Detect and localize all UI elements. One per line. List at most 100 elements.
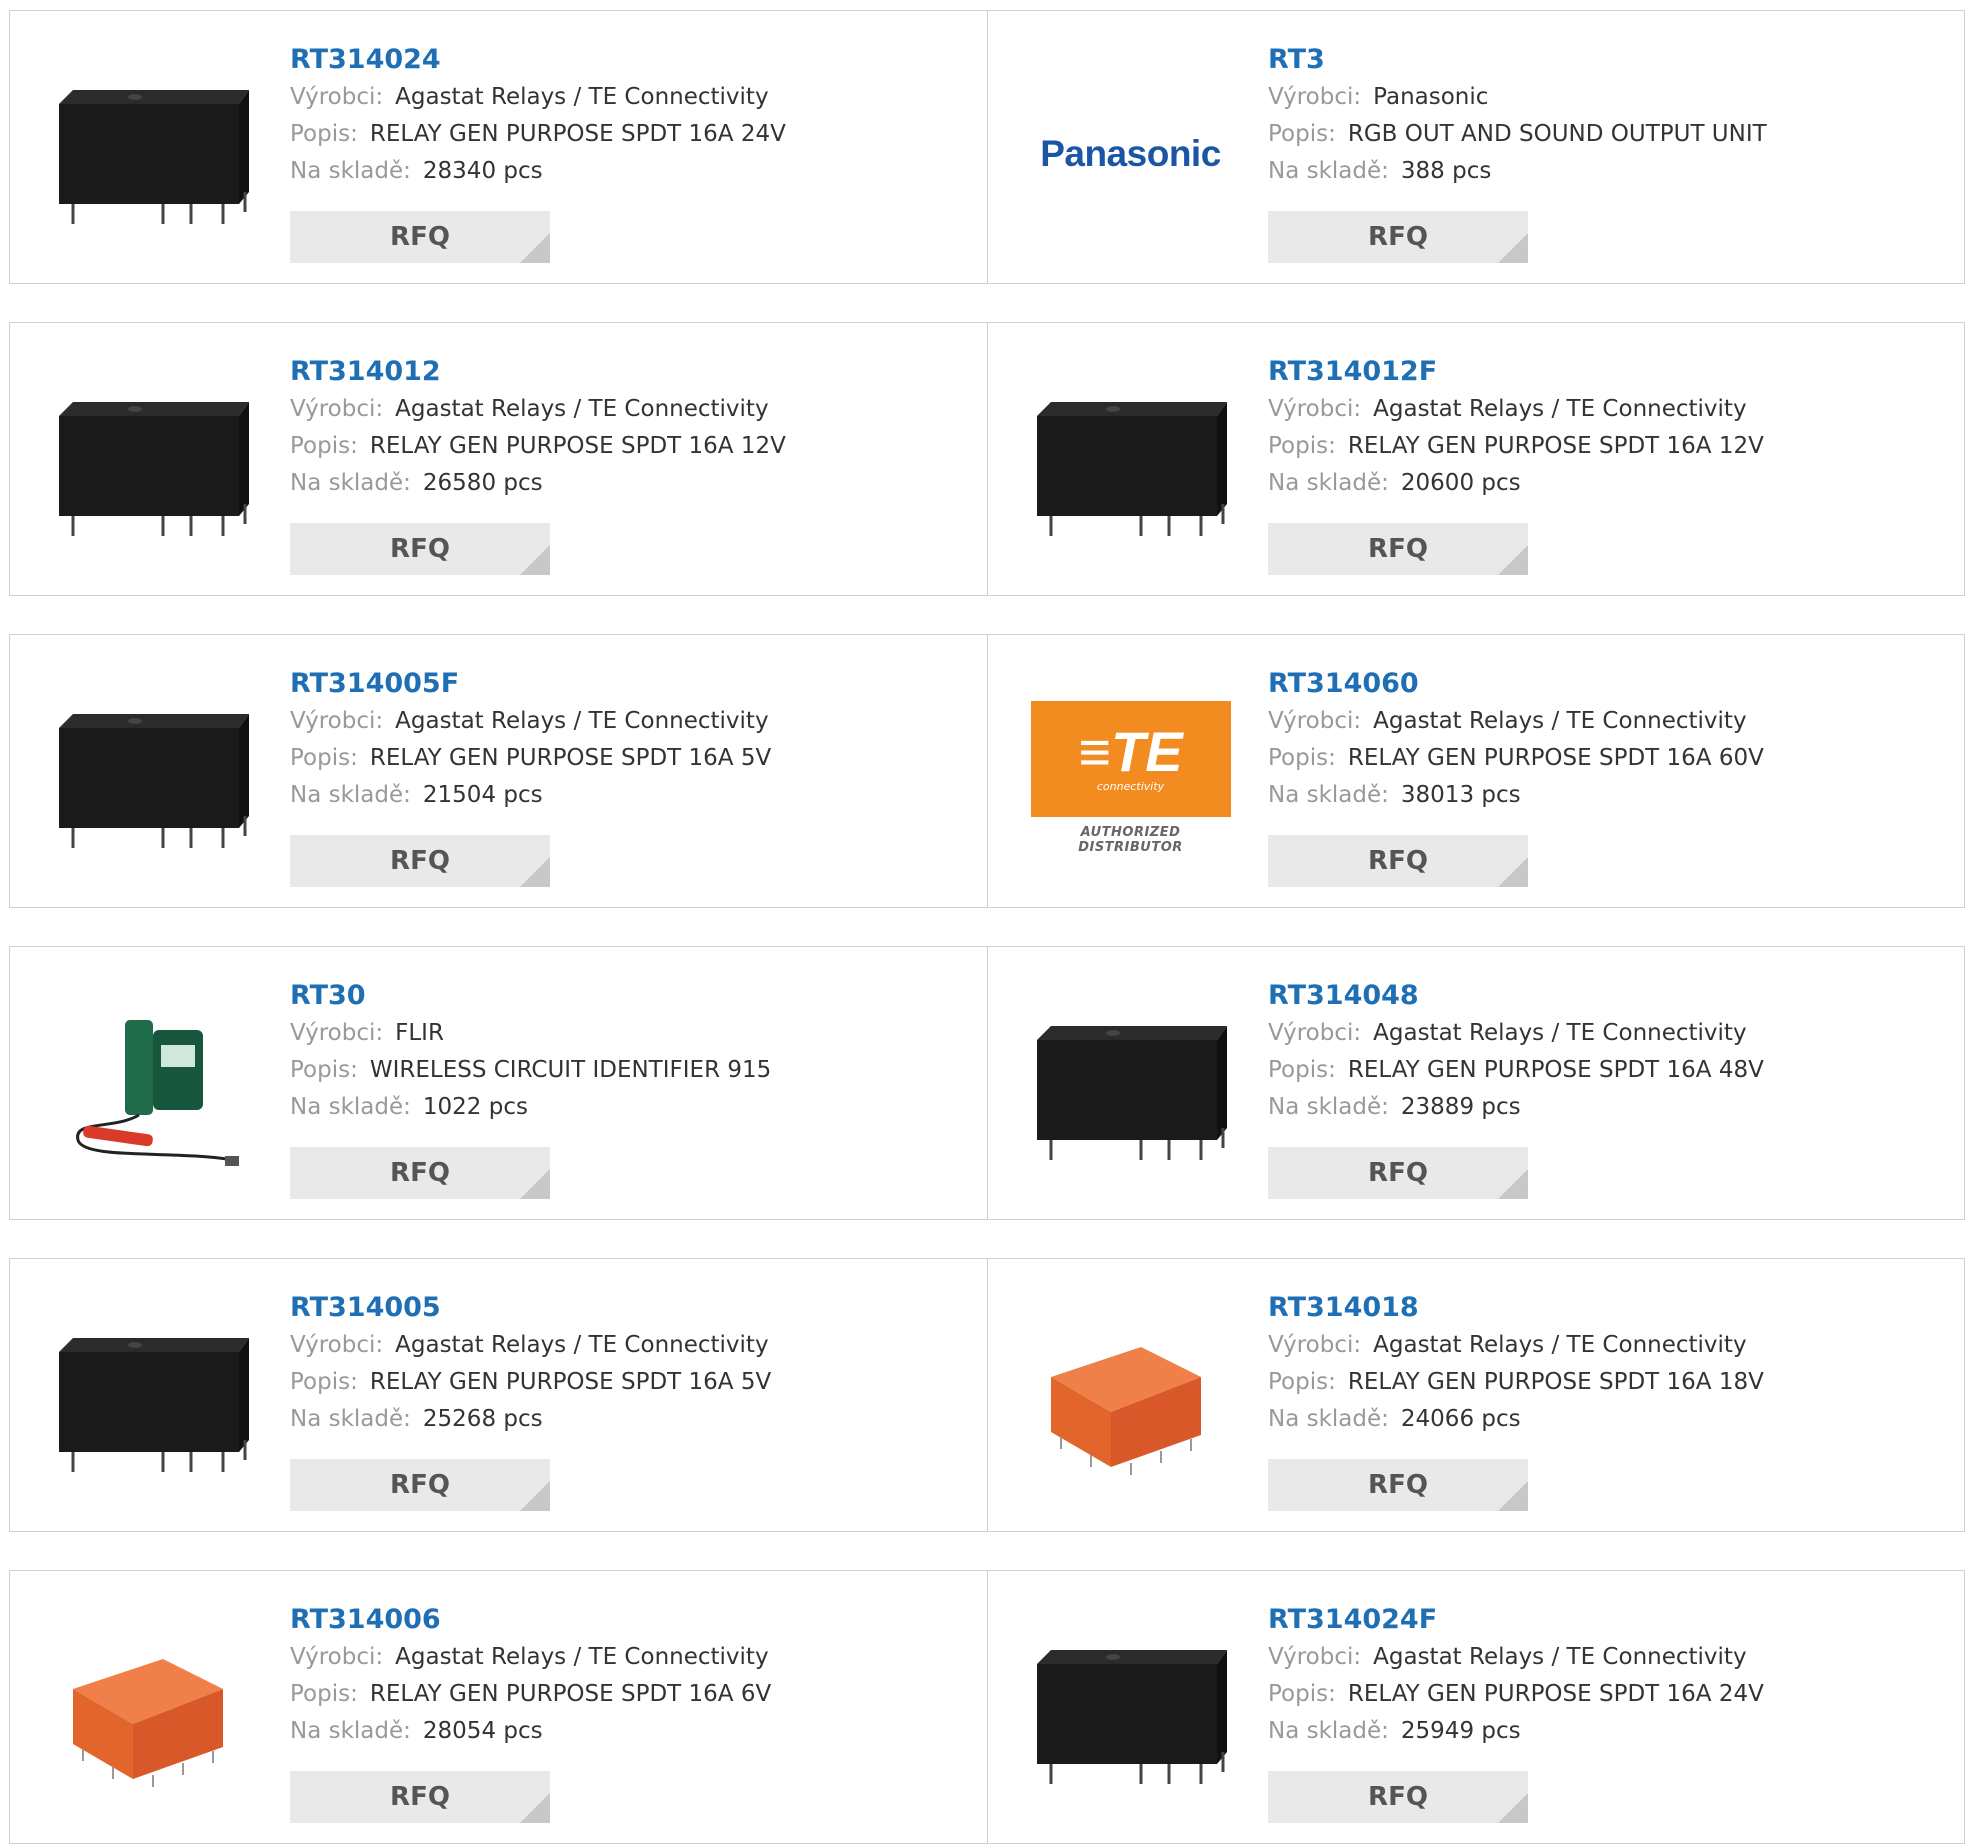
product-card: RT314018 Výrobci: Agastat Relays / TE Con… — [987, 1258, 1965, 1532]
description-value: RELAY GEN PURPOSE SPDT 16A 60V — [1347, 745, 1764, 771]
manufacturer-label: Výrobci: — [1268, 708, 1362, 734]
stock-label: Na skladě: — [1268, 158, 1389, 184]
part-number-link[interactable]: RT314060 — [1268, 665, 1944, 703]
description-row: Popis: RELAY GEN PURPOSE SPDT 16A 24V — [290, 116, 968, 153]
manufacturer-row: Výrobci: Agastat Relays / TE Connectivity — [290, 391, 968, 428]
product-thumbnail[interactable] — [1028, 363, 1233, 568]
rfq-button[interactable]: RFQ — [290, 1771, 550, 1823]
stock-row: Na skladě: 24066 pcs — [1268, 1401, 1944, 1438]
description-label: Popis: — [1268, 1681, 1336, 1707]
product-thumbnail[interactable] — [1028, 1611, 1233, 1816]
product-info: RT314018 Výrobci: Agastat Relays / TE Con… — [1268, 1289, 1944, 1438]
part-number-link[interactable]: RT30 — [290, 977, 968, 1015]
rfq-button[interactable]: RFQ — [290, 211, 550, 263]
product-card: RT314005F Výrobci: Agastat Relays / TE Co… — [9, 634, 989, 908]
description-label: Popis: — [1268, 1057, 1336, 1083]
rfq-button[interactable]: RFQ — [1268, 211, 1528, 263]
part-number-link[interactable]: RT314048 — [1268, 977, 1944, 1015]
relay-image — [58, 1337, 249, 1472]
description-label: Popis: — [1268, 1369, 1336, 1395]
rfq-button[interactable]: RFQ — [1268, 1771, 1528, 1823]
product-thumbnail[interactable] — [50, 51, 255, 256]
manufacturer-value: Agastat Relays / TE Connectivity — [1373, 1332, 1747, 1358]
manufacturer-label: Výrobci: — [290, 1332, 384, 1358]
stock-value: 25949 pcs — [1400, 1718, 1521, 1744]
manufacturer-value: Agastat Relays / TE Connectivity — [395, 1332, 769, 1358]
description-row: Popis: RELAY GEN PURPOSE SPDT 16A 5V — [290, 1364, 968, 1401]
part-number-link[interactable]: RT314024F — [1268, 1601, 1944, 1639]
description-value: RELAY GEN PURPOSE SPDT 16A 48V — [1347, 1057, 1764, 1083]
product-card: RT314012 Výrobci: Agastat Relays / TE Con… — [9, 322, 989, 596]
relay-image — [1036, 401, 1227, 536]
manufacturer-row: Výrobci: Panasonic — [1268, 79, 1944, 116]
product-card: Panasonic RT3 Výrobci: Panasonic Popis: RG… — [987, 10, 1965, 284]
manufacturer-label: Výrobci: — [290, 1020, 384, 1046]
product-thumbnail[interactable] — [1028, 1299, 1233, 1504]
part-number-link[interactable]: RT314005F — [290, 665, 968, 703]
part-number-link[interactable]: RT314012 — [290, 353, 968, 391]
te-connectivity-logo: ≡TE connectivity AUTHORIZED DISTRIBUTOR — [1030, 700, 1231, 855]
product-thumbnail[interactable]: ≡TE connectivity AUTHORIZED DISTRIBUTOR — [1028, 675, 1233, 880]
product-card: ≡TE connectivity AUTHORIZED DISTRIBUTOR R… — [987, 634, 1965, 908]
relay-image — [58, 401, 249, 536]
product-thumbnail[interactable] — [50, 987, 255, 1192]
stock-row: Na skladě: 28054 pcs — [290, 1713, 968, 1750]
stock-label: Na skladě: — [290, 1718, 411, 1744]
manufacturer-row: Výrobci: Agastat Relays / TE Connectivity — [1268, 1639, 1944, 1676]
manufacturer-row: Výrobci: Agastat Relays / TE Connectivity — [1268, 391, 1944, 428]
description-row: Popis: RELAY GEN PURPOSE SPDT 16A 18V — [1268, 1364, 1944, 1401]
product-thumbnail[interactable] — [50, 363, 255, 568]
manufacturer-row: Výrobci: Agastat Relays / TE Connectivity — [290, 703, 968, 740]
description-value: RELAY GEN PURPOSE SPDT 16A 12V — [1347, 433, 1764, 459]
manufacturer-row: Výrobci: Agastat Relays / TE Connectivity — [290, 1639, 968, 1676]
stock-value: 23889 pcs — [1400, 1094, 1521, 1120]
rfq-button[interactable]: RFQ — [290, 1459, 550, 1511]
part-number-link[interactable]: RT314005 — [290, 1289, 968, 1327]
manufacturer-label: Výrobci: — [290, 396, 384, 422]
stock-value: 26580 pcs — [422, 470, 543, 496]
part-number-link[interactable]: RT314006 — [290, 1601, 968, 1639]
relay-image — [1036, 1649, 1227, 1784]
description-row: Popis: RELAY GEN PURPOSE SPDT 16A 12V — [1268, 428, 1944, 465]
product-thumbnail[interactable] — [50, 1611, 255, 1816]
rfq-button[interactable]: RFQ — [1268, 1147, 1528, 1199]
rfq-button[interactable]: RFQ — [290, 1147, 550, 1199]
description-value: RELAY GEN PURPOSE SPDT 16A 24V — [1347, 1681, 1764, 1707]
product-info: RT314005 Výrobci: Agastat Relays / TE Con… — [290, 1289, 968, 1438]
relay-image — [1036, 1025, 1227, 1160]
stock-value: 21504 pcs — [422, 782, 543, 808]
manufacturer-value: Agastat Relays / TE Connectivity — [1373, 1020, 1747, 1046]
description-row: Popis: RELAY GEN PURPOSE SPDT 16A 24V — [1268, 1676, 1944, 1713]
stock-row: Na skladě: 1022 pcs — [290, 1089, 968, 1126]
product-info: RT314060 Výrobci: Agastat Relays / TE Con… — [1268, 665, 1944, 814]
part-number-link[interactable]: RT314018 — [1268, 1289, 1944, 1327]
description-row: Popis: RELAY GEN PURPOSE SPDT 16A 60V — [1268, 740, 1944, 777]
stock-row: Na skladě: 23889 pcs — [1268, 1089, 1944, 1126]
stock-value: 25268 pcs — [422, 1406, 543, 1432]
manufacturer-value: Panasonic — [1373, 84, 1489, 110]
product-thumbnail[interactable]: Panasonic — [1028, 51, 1233, 256]
stock-value: 28054 pcs — [422, 1718, 543, 1744]
stock-label: Na skladě: — [1268, 782, 1389, 808]
product-thumbnail[interactable] — [50, 675, 255, 880]
part-number-link[interactable]: RT314024 — [290, 41, 968, 79]
rfq-button[interactable]: RFQ — [1268, 1459, 1528, 1511]
rfq-button[interactable]: RFQ — [290, 835, 550, 887]
product-thumbnail[interactable] — [50, 1299, 255, 1504]
rfq-button[interactable]: RFQ — [1268, 835, 1528, 887]
description-label: Popis: — [290, 1057, 358, 1083]
part-number-link[interactable]: RT3 — [1268, 41, 1944, 79]
rfq-button[interactable]: RFQ — [1268, 523, 1528, 575]
part-number-link[interactable]: RT314012F — [1268, 353, 1944, 391]
product-card: RT314024 Výrobci: Agastat Relays / TE Con… — [9, 10, 989, 284]
description-value: RELAY GEN PURPOSE SPDT 16A 5V — [369, 745, 772, 771]
panasonic-logo: Panasonic — [1040, 132, 1221, 174]
product-info: RT314048 Výrobci: Agastat Relays / TE Con… — [1268, 977, 1944, 1126]
rfq-button[interactable]: RFQ — [290, 523, 550, 575]
product-thumbnail[interactable] — [1028, 987, 1233, 1192]
product-info: RT30 Výrobci: FLIR Popis: WIRELESS CIRCUIT… — [290, 977, 968, 1126]
stock-value: 28340 pcs — [422, 158, 543, 184]
description-value: RELAY GEN PURPOSE SPDT 16A 6V — [369, 1681, 772, 1707]
manufacturer-value: Agastat Relays / TE Connectivity — [395, 708, 769, 734]
manufacturer-row: Výrobci: Agastat Relays / TE Connectivity — [1268, 703, 1944, 740]
